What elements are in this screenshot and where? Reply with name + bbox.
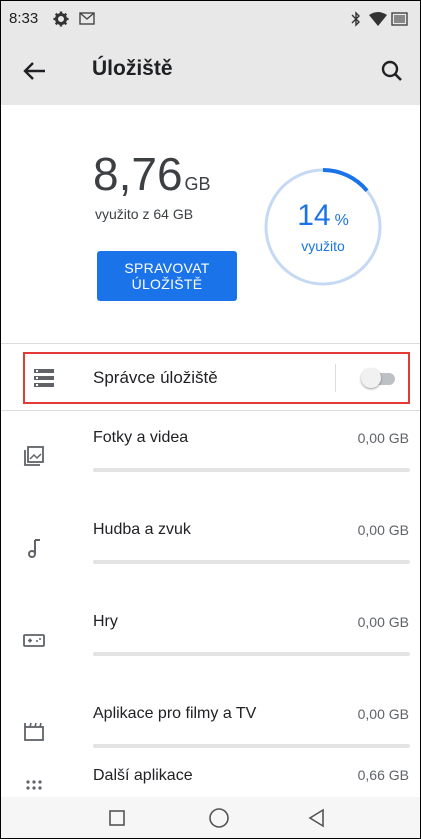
- manage-storage-label-line2: ÚLOŽIŠTĚ: [131, 276, 203, 292]
- used-storage-unit: GB: [184, 174, 211, 194]
- category-label: Aplikace pro filmy a TV: [93, 705, 257, 722]
- status-time: 8:33: [9, 10, 39, 27]
- storage-manager-row[interactable]: Správce úložiště: [23, 352, 410, 404]
- manage-storage-label-line1: SPRAVOVAT: [124, 260, 210, 276]
- used-of-total: využito z 64 GB: [95, 206, 194, 222]
- status-bar: 8:33: [1, 1, 420, 37]
- category-size: 0,00 GB: [357, 522, 409, 538]
- bluetooth-icon: [351, 11, 360, 27]
- wifi-icon: [369, 12, 387, 26]
- storage-manager-label: Správce úložiště: [93, 368, 218, 387]
- page-title: Úložiště: [92, 57, 173, 80]
- category-label: Další aplikace: [93, 767, 193, 784]
- home-circle-icon[interactable]: [204, 803, 234, 833]
- divider: [1, 343, 420, 344]
- category-usage-bar: [93, 560, 410, 564]
- category-size: 0,00 GB: [357, 430, 409, 446]
- usage-percent: 14%: [263, 199, 383, 233]
- category-row[interactable]: Hry 0,00 GB: [1, 595, 420, 687]
- app-bar: Úložiště: [1, 37, 420, 105]
- category-usage-bar: [93, 468, 410, 472]
- back-triangle-icon[interactable]: [302, 803, 332, 833]
- category-label: Hudba a zvuk: [93, 521, 191, 538]
- storage-manager-toggle[interactable]: [361, 368, 397, 388]
- back-arrow-icon[interactable]: [15, 51, 55, 91]
- category-usage-bar: [93, 652, 410, 656]
- screen: 8:33 Úložiště 8,76 GB využito z 64 GB SP…: [0, 0, 421, 839]
- usage-percent-sign: %: [334, 212, 349, 229]
- search-icon[interactable]: [372, 51, 412, 91]
- battery-icon: [391, 12, 408, 26]
- movie-icon: [24, 722, 44, 741]
- settings-gear-icon: [53, 11, 69, 27]
- recents-square-icon[interactable]: [102, 803, 132, 833]
- manage-storage-button[interactable]: SPRAVOVAT ÚLOŽIŠTĚ: [97, 251, 237, 301]
- music-note-icon: [28, 539, 40, 558]
- category-row[interactable]: Fotky a videa 0,00 GB: [1, 411, 420, 503]
- category-row[interactable]: Hudba a zvuk 0,00 GB: [1, 503, 420, 595]
- apps-icon: [26, 780, 42, 790]
- gmail-icon: [79, 12, 95, 25]
- category-size: 0,00 GB: [357, 614, 409, 630]
- storage-manager-icon: [34, 369, 54, 387]
- used-storage-amount: 8,76 GB: [93, 151, 211, 197]
- photo-icon: [24, 446, 44, 466]
- category-size: 0,66 GB: [357, 767, 409, 783]
- gamepad-icon: [23, 634, 45, 647]
- usage-percent-label: využito: [301, 238, 345, 254]
- system-navigation-bar: [1, 797, 420, 838]
- category-usage-bar: [93, 744, 410, 748]
- toggle-knob: [361, 368, 381, 388]
- used-storage-value: 8,76: [93, 148, 183, 200]
- row-separator: [335, 364, 336, 392]
- usage-percent-value: 14: [297, 199, 331, 232]
- category-label: Hry: [93, 613, 118, 630]
- category-label: Fotky a videa: [93, 429, 189, 446]
- category-size: 0,00 GB: [357, 706, 409, 722]
